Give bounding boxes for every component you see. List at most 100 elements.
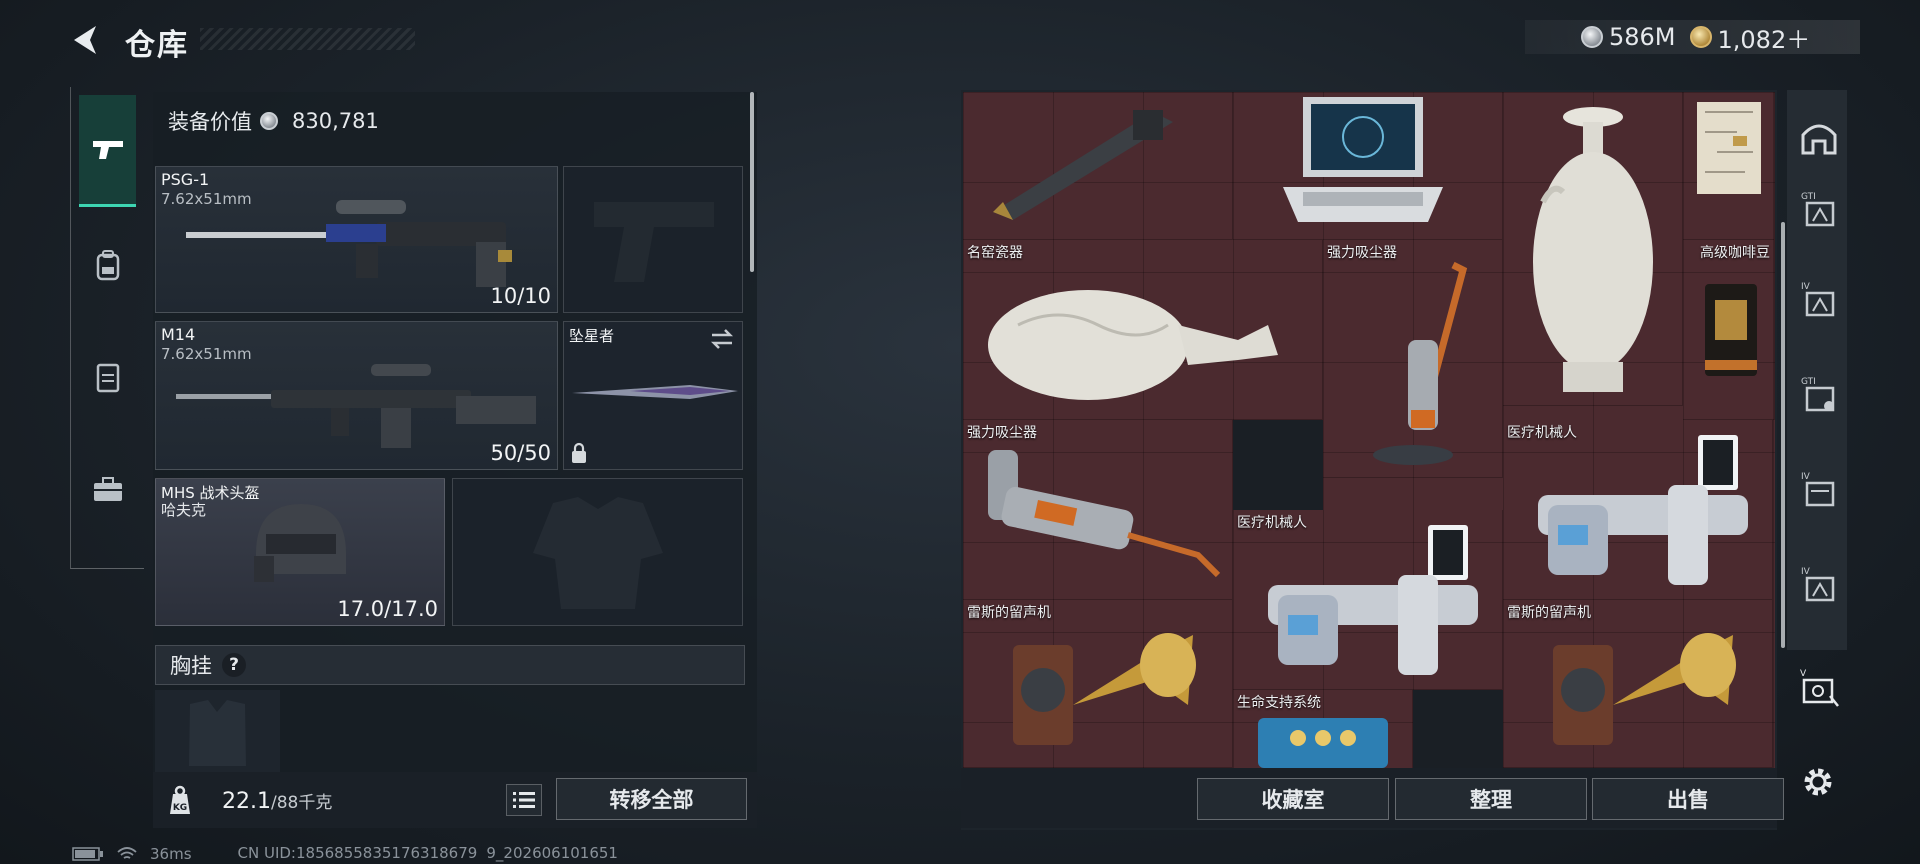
storage-box-icon: V [1800, 669, 1839, 707]
back-arrow-icon [74, 26, 96, 54]
battery-icon [72, 846, 103, 861]
pistol-slot[interactable] [563, 166, 743, 313]
organize-button[interactable]: 整理 [1395, 778, 1587, 820]
knife-image [572, 385, 738, 399]
tab-backpack[interactable] [80, 237, 136, 293]
tab-vest[interactable] [80, 349, 136, 405]
storage-item-coffee[interactable]: 高级咖啡豆 [1683, 240, 1775, 420]
ping-value: 36ms [150, 844, 192, 863]
melee-name: 坠星者 [569, 327, 615, 345]
equipment-value: 装备价值 830,781 [168, 106, 379, 136]
storage-item-missile[interactable] [963, 92, 1233, 240]
weight-button[interactable]: KG [160, 780, 200, 820]
gramophone-image [1013, 633, 1196, 745]
storage-item-gramophone-1[interactable]: 雷斯的留声机 [963, 600, 1233, 768]
storage-item-porcelain[interactable]: 名窑瓷器 [963, 240, 1323, 420]
weapon-name: M14 [161, 325, 196, 344]
sell-button[interactable]: 出售 [1592, 778, 1784, 820]
chest-rig-silhouette-icon [189, 700, 246, 766]
weapon-ammo: 50/50 [490, 441, 551, 465]
vacuum-cleaner-image [988, 450, 1221, 578]
transfer-all-button[interactable]: 转移全部 [556, 778, 747, 820]
storage-scrollbar[interactable] [1781, 222, 1785, 648]
weight-icon: KG [170, 785, 190, 814]
weight-readout: 22.1/88千克 [222, 788, 332, 814]
storage-item-vacuum-2[interactable]: 强力吸尘器 [963, 420, 1233, 600]
warehouse-icon [1801, 124, 1837, 155]
missile-image [993, 110, 1173, 220]
storage-box-icon: IV [1801, 282, 1835, 317]
storage-tab-3[interactable]: GTI [1795, 365, 1843, 423]
storage-tab-column: GTI IV GTI IV IV [1787, 90, 1847, 650]
gear-icon [1804, 768, 1832, 796]
back-button[interactable] [66, 20, 110, 60]
weight-max: /88千克 [270, 793, 333, 813]
item-label: 雷斯的留声机 [967, 605, 1051, 621]
melee-slot[interactable]: 坠星者 [563, 321, 743, 470]
wifi-icon [117, 846, 137, 859]
currency-gold-value: 1,082＋ [1717, 25, 1811, 54]
storage-tab-6[interactable]: V [1795, 658, 1843, 716]
storage-box-icon: IV [1801, 472, 1835, 507]
help-button[interactable]: ? [222, 653, 246, 677]
storage-tab-4[interactable]: IV [1795, 460, 1843, 518]
storage-box-icon: GTI [1801, 192, 1835, 227]
currency-silver-value: 586M [1609, 23, 1676, 51]
title-decoration [200, 28, 415, 50]
medical-robot-image [1268, 525, 1478, 675]
helmet-brand: 哈夫克 [161, 501, 207, 519]
equipment-scrollbar[interactable] [750, 92, 754, 272]
weapon-name: PSG-1 [161, 170, 210, 189]
tall-vase-image [1533, 107, 1653, 392]
primary-weapon-slot[interactable]: PSG-1 7.62x51mm 10/10 [155, 166, 558, 313]
storage-box-icon: GTI [1801, 377, 1835, 412]
tab-level: V [1800, 669, 1807, 679]
storage-tab-2[interactable]: IV [1795, 270, 1843, 328]
gold-coin-icon [1689, 26, 1712, 48]
weight-icon-label: KG [173, 803, 187, 813]
swap-icon[interactable] [708, 328, 736, 350]
item-label: 雷斯的留声机 [1507, 605, 1591, 621]
currency-gold[interactable]: 1,082＋ [1689, 20, 1811, 55]
collection-room-button[interactable]: 收藏室 [1197, 778, 1389, 820]
gramophone-image [1553, 633, 1736, 745]
currency-silver[interactable]: 586M [1581, 23, 1676, 51]
storage-item-gramophone-2[interactable]: 雷斯的留声机 [1503, 600, 1773, 768]
list-icon [513, 792, 535, 808]
storage-item-vase-tall[interactable] [1503, 92, 1683, 406]
list-view-button[interactable] [506, 784, 542, 816]
equipment-tab-column [70, 87, 144, 569]
storage-grid: 名窑瓷器 强力吸尘器 高级咖啡豆 强力吸尘器 医疗机械人 医疗机械人 雷斯的留声… [963, 92, 1775, 768]
equipment-value-amount: 830,781 [292, 109, 379, 133]
laptop-image [1283, 97, 1443, 222]
item-label: 强力吸尘器 [1327, 245, 1397, 261]
armor-slot[interactable] [452, 478, 743, 626]
helmet-slot[interactable]: MHS 战术头盔 哈夫克 17.0/17.0 [155, 478, 445, 626]
storage-item-map[interactable] [1683, 92, 1775, 240]
storage-box-icon: IV [1801, 567, 1835, 602]
storage-item-laptop[interactable] [1233, 92, 1503, 240]
storage-item-vacuum-1[interactable]: 强力吸尘器 [1323, 240, 1503, 478]
chest-rig-header: 胸挂 ? [155, 645, 745, 685]
storage-item-medical-robot-1[interactable]: 医疗机械人 [1503, 420, 1773, 600]
storage-tab-5[interactable]: IV [1795, 555, 1843, 613]
vacuum-cleaner-image [1373, 261, 1468, 465]
settings-button[interactable] [1796, 760, 1840, 804]
empty-cell [1233, 420, 1323, 510]
psg1-rifle-image [186, 200, 512, 287]
tab-weapons[interactable] [79, 95, 136, 207]
chest-rig-slot[interactable] [155, 690, 280, 774]
equipment-value-label: 装备价值 [168, 110, 252, 134]
tab-level: IV [1801, 472, 1811, 482]
life-support-image [1258, 718, 1388, 768]
storage-item-life-support[interactable]: 生命支持系统 [1233, 690, 1413, 768]
chest-rig-label: 胸挂 [170, 654, 212, 678]
storage-item-medical-robot-2[interactable]: 医疗机械人 [1233, 510, 1503, 690]
tab-case[interactable] [80, 461, 136, 517]
secondary-weapon-slot[interactable]: M14 7.62x51mm 50/50 [155, 321, 558, 470]
storage-tab-all[interactable] [1795, 108, 1843, 166]
storage-tab-1[interactable]: GTI [1795, 180, 1843, 238]
weight-current: 22.1 [222, 789, 271, 814]
tab-level: GTI [1801, 192, 1816, 202]
pistol-silhouette-icon [594, 202, 714, 282]
